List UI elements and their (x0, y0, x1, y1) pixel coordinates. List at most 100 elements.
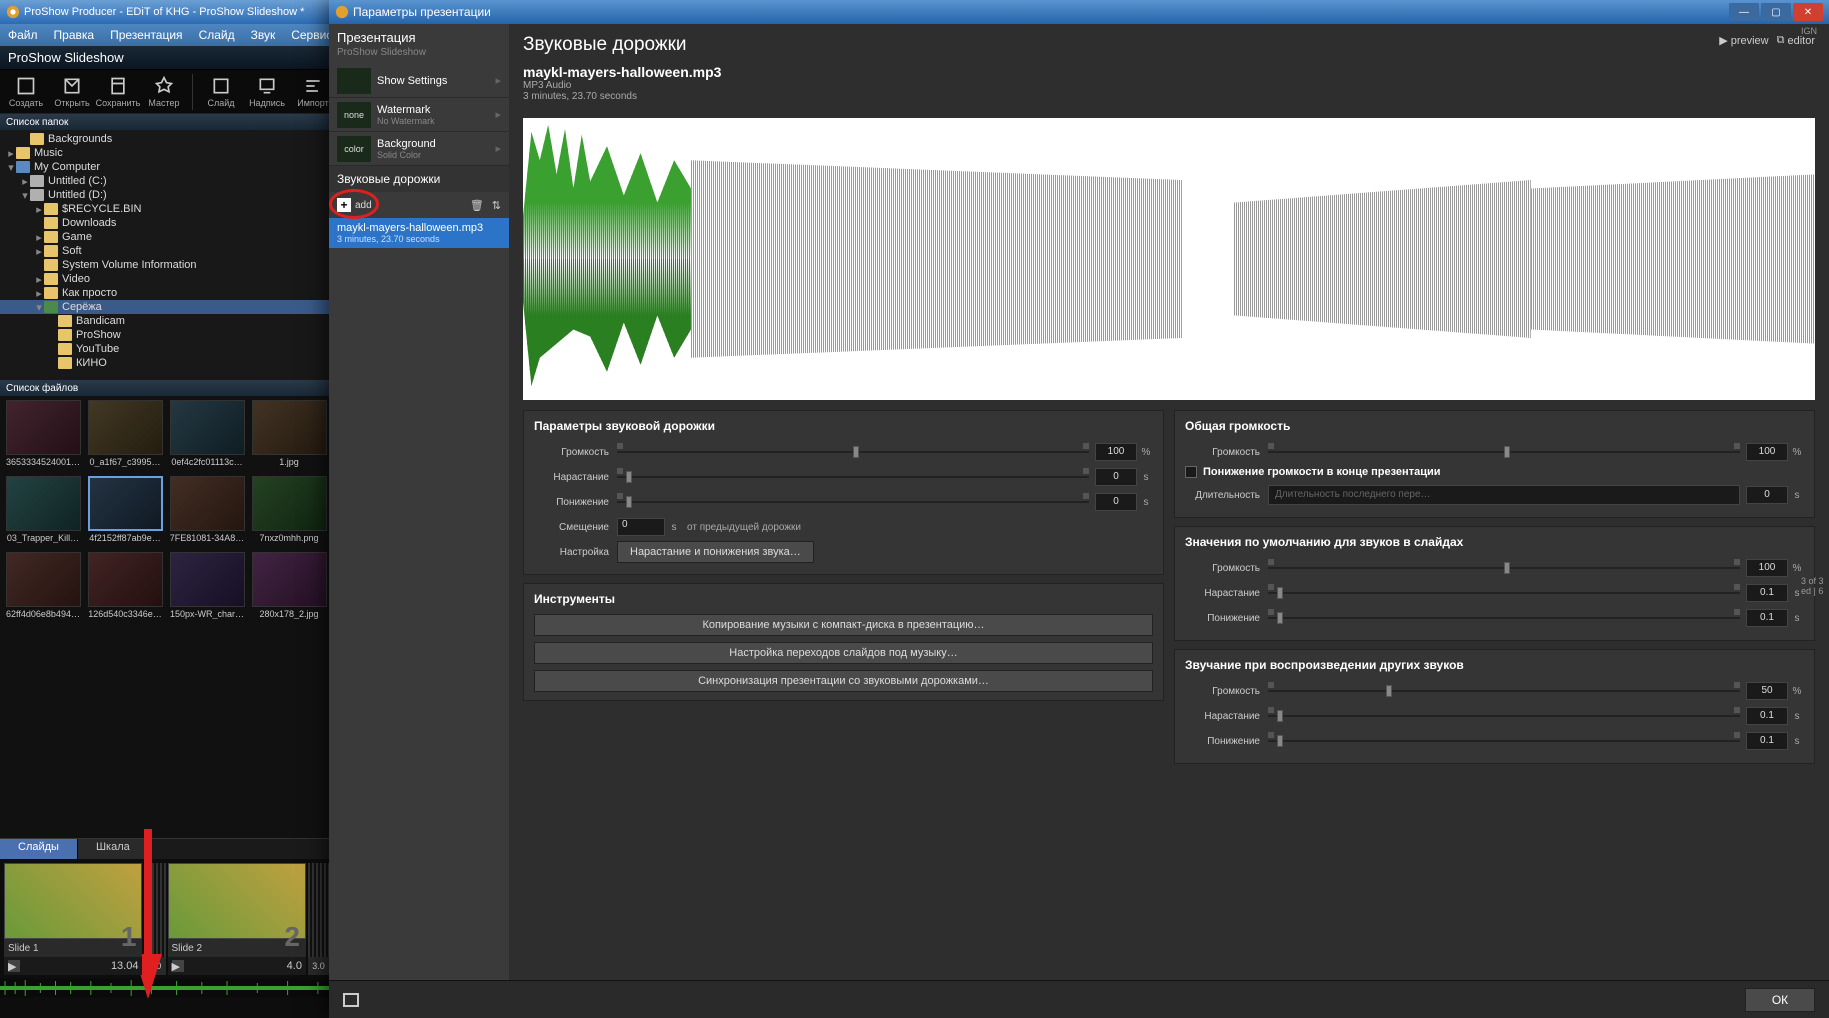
resize-handle-icon[interactable] (343, 993, 359, 1007)
file-thumb[interactable]: 3653334524001… (4, 400, 82, 472)
tree-Bandicam[interactable]: Bandicam (0, 314, 333, 328)
sidebar-subtitle: ProShow Slideshow (329, 47, 509, 64)
tree-Music[interactable]: ▸Music (0, 146, 333, 160)
tree-Untitled (D:)[interactable]: ▾Untitled (D:) (0, 188, 333, 202)
slider[interactable] (1268, 709, 1740, 723)
tree-My Computer[interactable]: ▾My Computer (0, 160, 333, 174)
panel-title: Общая громкость (1185, 419, 1804, 433)
reorder-tracks-icon[interactable]: ⇅ (492, 199, 501, 212)
toolbar-Надпись[interactable]: Надпись (245, 72, 289, 112)
file-thumb[interactable]: 126d540c3346e… (86, 552, 164, 624)
tree-Backgrounds[interactable]: Backgrounds (0, 132, 333, 146)
slide-sound-defaults-panel: Значения по умолчанию для звуков в слайд… (1174, 526, 1815, 641)
file-thumb[interactable]: 7FE81081-34A8… (168, 476, 246, 548)
tree-Untitled (C:)[interactable]: ▸Untitled (C:) (0, 174, 333, 188)
sidebar-heading: Презентация (329, 24, 509, 47)
fade-settings-button[interactable]: Нарастание и понижения звука… (617, 541, 814, 563)
close-button[interactable]: ✕ (1793, 3, 1823, 21)
file-grid[interactable]: 3653334524001…0_a1f67_c3995…0ef4c2fc0111… (0, 396, 333, 838)
file-duration: 3 minutes, 23.70 seconds (523, 91, 1815, 102)
file-thumb[interactable]: 0_a1f67_c3995… (86, 400, 164, 472)
sidebar-Show Settings[interactable]: Show Settings▸ (329, 64, 509, 98)
minimize-button[interactable]: — (1729, 3, 1759, 21)
preview-button[interactable]: ▶ preview (1719, 34, 1768, 47)
tree-YouTube[interactable]: YouTube (0, 342, 333, 356)
transition[interactable]: 3.0 (144, 863, 165, 975)
slider[interactable] (1268, 684, 1740, 698)
tree-System Volume Information[interactable]: System Volume Information (0, 258, 333, 272)
slider[interactable] (617, 495, 1089, 509)
file-thumb[interactable]: 03_Trapper_Kill… (4, 476, 82, 548)
slider[interactable] (617, 445, 1089, 459)
transition[interactable]: 3.0 (308, 863, 329, 975)
tree-Downloads[interactable]: Downloads (0, 216, 333, 230)
slider[interactable] (1268, 586, 1740, 600)
tree-Как просто[interactable]: ▸Как просто (0, 286, 333, 300)
slider[interactable] (617, 470, 1089, 484)
main-heading: Звуковые дорожки (523, 34, 1815, 56)
duration-placeholder[interactable]: Длительность последнего пере… (1268, 485, 1740, 505)
tree-Game[interactable]: ▸Game (0, 230, 333, 244)
track-name: maykl-mayers-halloween.mp3 (337, 222, 501, 234)
offset-suffix: от предыдущей дорожки (687, 522, 801, 533)
slider[interactable] (1268, 734, 1740, 748)
add-track-button[interactable]: + add (337, 198, 372, 212)
folder-tree[interactable]: Backgrounds▸Music▾My Computer▸Untitled (… (0, 130, 333, 380)
menu-Правка[interactable]: Правка (46, 28, 103, 42)
slider[interactable] (1268, 445, 1740, 459)
waveform-display[interactable] (523, 118, 1815, 400)
menu-Файл[interactable]: Файл (0, 28, 46, 42)
slides-row[interactable]: 1Slide 1▶13.043.02Slide 2▶4.03.0 (0, 859, 333, 979)
slide-1[interactable]: 1Slide 1▶13.04 (4, 863, 142, 975)
tree-$RECYCLE.BIN[interactable]: ▸$RECYCLE.BIN (0, 202, 333, 216)
tool-button[interactable]: Настройка переходов слайдов под музыку… (534, 642, 1153, 664)
sidebar-Background[interactable]: colorBackgroundSolid Color▸ (329, 132, 509, 166)
dialog-sidebar: Презентация ProShow Slideshow Show Setti… (329, 24, 509, 980)
tab-timeline[interactable]: Шкала (78, 839, 149, 859)
add-track-bar: + add 🗑 ⇅ (329, 192, 509, 218)
slider[interactable] (1268, 561, 1740, 575)
offset-label: Смещение (534, 522, 609, 533)
main-header: ▶ preview ⧉ editor Звуковые дорожки mayk… (509, 24, 1829, 112)
file-thumb[interactable]: 280x178_2.jpg (250, 552, 328, 624)
timeline-audio-wave[interactable] (0, 979, 333, 997)
toolbar-Мастер[interactable]: Мастер (142, 72, 186, 112)
timeline-tabs[interactable]: Слайды Шкала (0, 839, 333, 859)
audio-track-item[interactable]: maykl-mayers-halloween.mp3 3 minutes, 23… (329, 218, 509, 248)
sidebar-Watermark[interactable]: noneWatermarkNo Watermark▸ (329, 98, 509, 132)
toolbar-Открыть[interactable]: Открыть (50, 72, 94, 112)
offset-input[interactable]: 0 (617, 518, 665, 536)
tree-ProShow[interactable]: ProShow (0, 328, 333, 342)
delete-track-icon[interactable]: 🗑 (470, 199, 484, 212)
tree-КИНО[interactable]: КИНО (0, 356, 333, 370)
file-thumb[interactable]: 62ff4d06e8b494… (4, 552, 82, 624)
tree-Soft[interactable]: ▸Soft (0, 244, 333, 258)
toolbar-Слайд[interactable]: Слайд (199, 72, 243, 112)
file-thumb[interactable]: 7nxz0mhh.png (250, 476, 328, 548)
left-panel: Список папок Backgrounds▸Music▾My Comput… (0, 114, 333, 1018)
menu-Слайд[interactable]: Слайд (191, 28, 243, 42)
file-thumb[interactable]: 150px-WR_char… (168, 552, 246, 624)
slide-2[interactable]: 2Slide 2▶4.0 (168, 863, 306, 975)
toolbar-Сохранить[interactable]: Сохранить (96, 72, 140, 112)
dialog-title: Параметры презентации (353, 5, 491, 19)
menu-Презентация[interactable]: Презентация (102, 28, 191, 42)
tool-button[interactable]: Копирование музыки с компакт-диска в пре… (534, 614, 1153, 636)
file-thumb[interactable]: 4f2152ff87ab9e… (86, 476, 164, 548)
app-icon (6, 5, 20, 19)
duration-value[interactable]: 0 (1746, 486, 1788, 504)
dialog-titlebar[interactable]: Параметры презентации — ▢ ✕ (329, 0, 1829, 24)
maximize-button[interactable]: ▢ (1761, 3, 1791, 21)
tree-Video[interactable]: ▸Video (0, 272, 333, 286)
tool-button[interactable]: Синхронизация презентации со звуковыми д… (534, 670, 1153, 692)
file-thumb[interactable]: 1.jpg (250, 400, 328, 472)
menu-Звук[interactable]: Звук (243, 28, 284, 42)
panel-title: Параметры звуковой дорожки (534, 419, 1153, 433)
toolbar-Создать[interactable]: Создать (4, 72, 48, 112)
file-thumb[interactable]: 0ef4c2fc01113c… (168, 400, 246, 472)
ok-button[interactable]: ОК (1745, 988, 1815, 1012)
end-fade-checkbox[interactable]: Понижение громкости в конце презентации (1185, 466, 1804, 478)
slider[interactable] (1268, 611, 1740, 625)
tab-slides[interactable]: Слайды (0, 839, 78, 859)
tree-Серёжа[interactable]: ▾Серёжа (0, 300, 333, 314)
